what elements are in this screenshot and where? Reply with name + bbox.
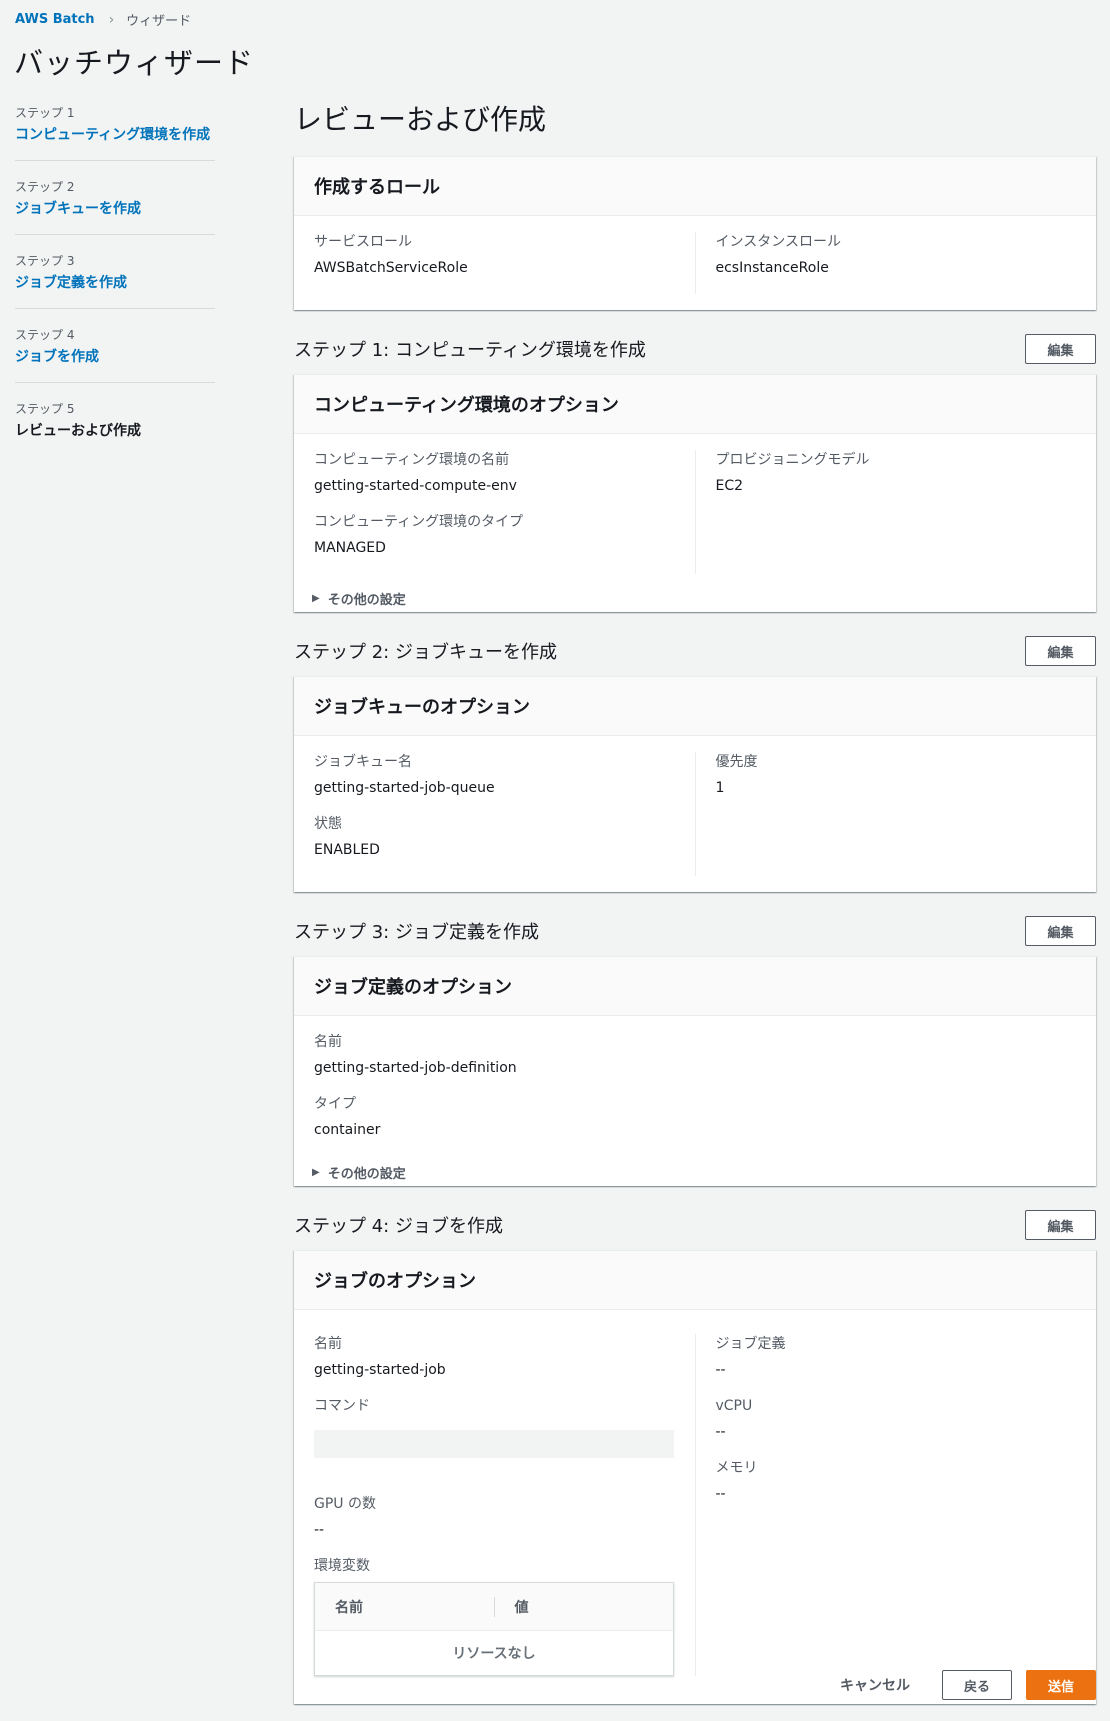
job-def-type-label: タイプ xyxy=(314,1096,356,1112)
main-content: レビューおよび作成 作成するロール サービスロール AWSBatchServic… xyxy=(294,98,1096,1704)
page-title: レビューおよび作成 xyxy=(294,103,547,136)
cancel-button[interactable]: キャンセル xyxy=(840,1675,910,1695)
compute-env-type-value: MANAGED xyxy=(314,540,386,556)
vcpu-value: -- xyxy=(715,1424,726,1440)
job-queue-name-label: ジョブキュー名 xyxy=(314,754,412,770)
instance-role-label: インスタンスロール xyxy=(715,234,841,250)
wizard-step-2: ステップ 2 ジョブキューを作成 xyxy=(15,178,215,235)
compute-env-name-label: コンピューティング環境の名前 xyxy=(314,452,510,468)
edit-step3-button[interactable]: 編集 xyxy=(1025,916,1096,946)
step-number: ステップ 3 xyxy=(15,254,75,268)
step-link-compute-env[interactable]: コンピューティング環境を作成 xyxy=(15,124,215,144)
edit-step2-button[interactable]: 編集 xyxy=(1025,636,1096,666)
gpu-count-value: -- xyxy=(314,1522,325,1538)
step-link-job[interactable]: ジョブを作成 xyxy=(15,346,215,366)
state-label: 状態 xyxy=(314,816,342,832)
memory-label: メモリ xyxy=(715,1460,758,1476)
step-number: ステップ 1 xyxy=(15,106,75,120)
job-name-label: 名前 xyxy=(314,1336,342,1352)
step-link-job-definition[interactable]: ジョブ定義を作成 xyxy=(15,272,215,292)
job-def-name-value: getting-started-job-definition xyxy=(314,1060,517,1076)
job-def-label: ジョブ定義 xyxy=(715,1336,786,1352)
wizard-step-3: ステップ 3 ジョブ定義を作成 xyxy=(15,252,215,309)
job-def-type-value: container xyxy=(314,1122,381,1138)
state-value: ENABLED xyxy=(314,842,380,858)
step2-title: ステップ 2: ジョブキューを作成 xyxy=(294,642,557,663)
compute-env-name-value: getting-started-compute-env xyxy=(314,478,517,494)
caret-right-icon: ▶ xyxy=(312,592,320,604)
step2-heading-row: ステップ 2: ジョブキューを作成 編集 xyxy=(294,636,1096,666)
step3-heading-row: ステップ 3: ジョブ定義を作成 編集 xyxy=(294,916,1096,946)
job-card: ジョブのオプション 名前 getting-started-job コマンド GP… xyxy=(294,1250,1096,1704)
step4-heading-row: ステップ 4: ジョブを作成 編集 xyxy=(294,1210,1096,1240)
step-number: ステップ 4 xyxy=(15,328,75,342)
card-header: コンピューティング環境のオプション xyxy=(294,375,1096,434)
step-number: ステップ 5 xyxy=(15,402,75,416)
more-settings-expander[interactable]: ▶ その他の設定 xyxy=(294,1164,1096,1186)
job-def-value: -- xyxy=(715,1362,726,1378)
provisioning-model-value: EC2 xyxy=(715,478,744,494)
submit-button[interactable]: 送信 xyxy=(1026,1670,1096,1700)
env-vars-label: 環境変数 xyxy=(314,1558,370,1574)
card-header: ジョブキューのオプション xyxy=(294,677,1096,736)
step4-title: ステップ 4: ジョブを作成 xyxy=(294,1216,503,1237)
gpu-count-label: GPU の数 xyxy=(314,1496,376,1512)
command-value xyxy=(314,1430,674,1458)
service-role-value: AWSBatchServiceRole xyxy=(314,260,468,276)
wizard-step-5: ステップ 5 レビューおよび作成 xyxy=(15,400,215,456)
job-queue-card: ジョブキューのオプション ジョブキュー名 getting-started-job… xyxy=(294,676,1096,892)
vcpu-label: vCPU xyxy=(715,1398,753,1414)
env-empty-state: リソースなし xyxy=(452,1646,536,1662)
edit-step4-button[interactable]: 編集 xyxy=(1025,1210,1096,1240)
step-link-job-queue[interactable]: ジョブキューを作成 xyxy=(15,198,215,218)
step3-title: ステップ 3: ジョブ定義を作成 xyxy=(294,922,539,943)
caret-right-icon: ▶ xyxy=(312,1166,320,1178)
memory-value: -- xyxy=(715,1486,726,1502)
more-settings-label: その他の設定 xyxy=(327,1166,406,1182)
breadcrumb-aws-batch-link[interactable]: AWS Batch xyxy=(15,12,95,27)
job-def-name-label: 名前 xyxy=(314,1034,342,1050)
wizard-title: バッチウィザード xyxy=(14,46,255,80)
breadcrumb-current: ウィザード xyxy=(126,14,192,29)
step1-heading-row: ステップ 1: コンピューティング環境を作成 編集 xyxy=(294,334,1096,364)
edit-step1-button[interactable]: 編集 xyxy=(1025,334,1096,364)
job-definition-card: ジョブ定義のオプション 名前 getting-started-job-defin… xyxy=(294,956,1096,1186)
back-button[interactable]: 戻る xyxy=(942,1670,1012,1700)
step1-title: ステップ 1: コンピューティング環境を作成 xyxy=(294,340,646,361)
priority-label: 優先度 xyxy=(715,754,758,770)
job-name-value: getting-started-job xyxy=(314,1362,446,1378)
instance-role-value: ecsInstanceRole xyxy=(715,260,829,276)
chevron-right-icon: › xyxy=(108,11,115,28)
wizard-step-1: ステップ 1 コンピューティング環境を作成 xyxy=(15,104,215,161)
service-role-label: サービスロール xyxy=(314,234,412,250)
card-header: ジョブ定義のオプション xyxy=(294,957,1096,1016)
compute-env-card: コンピューティング環境のオプション コンピューティング環境の名前 getting… xyxy=(294,374,1096,612)
provisioning-model-label: プロビジョニングモデル xyxy=(715,452,870,468)
priority-value: 1 xyxy=(715,780,725,796)
step-current-review: レビューおよび作成 xyxy=(15,423,141,439)
compute-env-type-label: コンピューティング環境のタイプ xyxy=(314,514,524,530)
command-label: コマンド xyxy=(314,1398,370,1414)
roles-card: 作成するロール サービスロール AWSBatchServiceRole インスタ… xyxy=(294,156,1096,310)
more-settings-expander[interactable]: ▶ その他の設定 xyxy=(294,590,1096,612)
env-col-name: 名前 xyxy=(335,1599,363,1616)
card-header: ジョブのオプション xyxy=(294,1251,1096,1310)
card-header: 作成するロール xyxy=(294,157,1096,216)
env-col-value: 値 xyxy=(493,1596,674,1617)
wizard-step-4: ステップ 4 ジョブを作成 xyxy=(15,326,215,383)
wizard-footer: キャンセル 戻る 送信 xyxy=(840,1670,1096,1700)
step-number: ステップ 2 xyxy=(15,180,75,194)
breadcrumb: AWS Batch › ウィザード xyxy=(15,10,192,30)
job-queue-name-value: getting-started-job-queue xyxy=(314,780,495,796)
wizard-steps: ステップ 1 コンピューティング環境を作成 ステップ 2 ジョブキューを作成 ス… xyxy=(15,104,215,473)
more-settings-label: その他の設定 xyxy=(327,592,406,608)
env-vars-table: 名前 値 リソースなし xyxy=(314,1582,674,1676)
